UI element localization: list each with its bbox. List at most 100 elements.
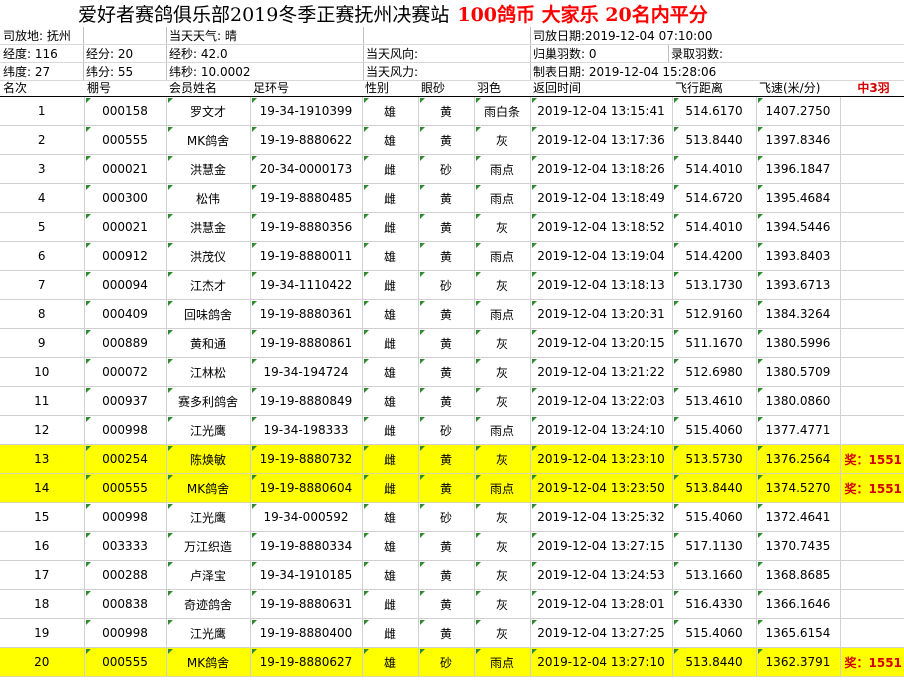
speed-cell[interactable]: 1397.8346 bbox=[755, 125, 840, 155]
prize-cell[interactable]: 奖：1551 bbox=[839, 647, 904, 677]
return-time-cell[interactable]: 2019-12-04 13:22:03 bbox=[529, 386, 672, 416]
loft-cell[interactable]: 000021 bbox=[83, 212, 166, 242]
release-place[interactable]: 司放地: 抚州 bbox=[3, 28, 83, 44]
feather-color-cell[interactable]: 雨点 bbox=[473, 299, 530, 329]
rank-cell[interactable]: 7 bbox=[0, 270, 84, 300]
distance-cell[interactable]: 514.6720 bbox=[671, 183, 756, 213]
header-return-time[interactable]: 返回时间 bbox=[530, 79, 672, 97]
eye-cell[interactable]: 黄 bbox=[417, 357, 474, 387]
feather-color-cell[interactable]: 灰 bbox=[473, 357, 530, 387]
eye-cell[interactable]: 黄 bbox=[417, 125, 474, 155]
wind-force[interactable]: 当天风力: bbox=[366, 64, 526, 80]
sex-cell[interactable]: 雌 bbox=[361, 183, 418, 213]
member-name-cell[interactable]: 陈焕敏 bbox=[165, 444, 250, 474]
loft-cell[interactable]: 000838 bbox=[83, 589, 166, 619]
rank-cell[interactable]: 15 bbox=[0, 502, 84, 532]
prize-cell[interactable] bbox=[839, 270, 904, 300]
eye-cell[interactable]: 黄 bbox=[417, 386, 474, 416]
return-time-cell[interactable]: 2019-12-04 13:28:01 bbox=[529, 589, 672, 619]
loft-cell[interactable]: 000021 bbox=[83, 154, 166, 184]
speed-cell[interactable]: 1393.8403 bbox=[755, 241, 840, 271]
latitude-minutes[interactable]: 纬分: 55 bbox=[86, 64, 164, 80]
distance-cell[interactable]: 515.4060 bbox=[671, 502, 756, 532]
feather-color-cell[interactable]: 灰 bbox=[473, 618, 530, 648]
prize-cell[interactable] bbox=[839, 502, 904, 532]
prize-cell[interactable] bbox=[839, 357, 904, 387]
rank-cell[interactable]: 8 bbox=[0, 299, 84, 329]
feather-color-cell[interactable]: 雨白条 bbox=[473, 96, 530, 126]
member-name-cell[interactable]: 卢泽宝 bbox=[165, 560, 250, 590]
prize-cell[interactable] bbox=[839, 212, 904, 242]
sex-cell[interactable]: 雌 bbox=[361, 270, 418, 300]
longitude-seconds[interactable]: 经秒: 42.0 bbox=[169, 46, 359, 62]
member-name-cell[interactable]: 奇迹鸽舍 bbox=[165, 589, 250, 619]
prize-cell[interactable] bbox=[839, 96, 904, 126]
return-time-cell[interactable]: 2019-12-04 13:27:15 bbox=[529, 531, 672, 561]
ring-number-cell[interactable]: 19-19-8880485 bbox=[249, 183, 362, 213]
eye-cell[interactable]: 黄 bbox=[417, 96, 474, 126]
sex-cell[interactable]: 雄 bbox=[361, 96, 418, 126]
member-name-cell[interactable]: MK鸽舍 bbox=[165, 647, 250, 677]
header-rank[interactable]: 名次 bbox=[0, 79, 84, 97]
return-time-cell[interactable]: 2019-12-04 13:18:26 bbox=[529, 154, 672, 184]
ring-number-cell[interactable]: 19-34-194724 bbox=[249, 357, 362, 387]
return-time-cell[interactable]: 2019-12-04 13:23:10 bbox=[529, 444, 672, 474]
accepted-count[interactable]: 录取羽数: bbox=[671, 46, 821, 62]
ring-number-cell[interactable]: 19-34-1910185 bbox=[249, 560, 362, 590]
distance-cell[interactable]: 514.4200 bbox=[671, 241, 756, 271]
member-name-cell[interactable]: 江杰才 bbox=[165, 270, 250, 300]
loft-cell[interactable]: 000998 bbox=[83, 502, 166, 532]
table-row[interactable]: 16 003333 万江织造 19-19-8880334 雄 黄 灰 2019-12-04 1… bbox=[0, 531, 904, 561]
prize-cell[interactable]: 奖：1551 bbox=[839, 444, 904, 474]
speed-cell[interactable]: 1380.5996 bbox=[755, 328, 840, 358]
rank-cell[interactable]: 20 bbox=[0, 647, 84, 677]
feather-color-cell[interactable]: 灰 bbox=[473, 212, 530, 242]
prize-cell[interactable] bbox=[839, 154, 904, 184]
eye-cell[interactable]: 黄 bbox=[417, 299, 474, 329]
eye-cell[interactable]: 黄 bbox=[417, 328, 474, 358]
distance-cell[interactable]: 515.4060 bbox=[671, 618, 756, 648]
header-speed[interactable]: 飞速(米/分) bbox=[756, 79, 840, 97]
ring-number-cell[interactable]: 19-19-8880011 bbox=[249, 241, 362, 271]
rank-cell[interactable]: 18 bbox=[0, 589, 84, 619]
rank-cell[interactable]: 12 bbox=[0, 415, 84, 445]
weather[interactable]: 当天天气: 晴 bbox=[169, 28, 359, 44]
longitude-degrees[interactable]: 经度: 116 bbox=[3, 46, 83, 62]
member-name-cell[interactable]: 江光鹰 bbox=[165, 415, 250, 445]
prize-cell[interactable]: 奖：1551 bbox=[839, 473, 904, 503]
return-time-cell[interactable]: 2019-12-04 13:17:36 bbox=[529, 125, 672, 155]
member-name-cell[interactable]: 黄和通 bbox=[165, 328, 250, 358]
return-time-cell[interactable]: 2019-12-04 13:21:22 bbox=[529, 357, 672, 387]
prize-cell[interactable] bbox=[839, 386, 904, 416]
rank-cell[interactable]: 11 bbox=[0, 386, 84, 416]
return-time-cell[interactable]: 2019-12-04 13:25:32 bbox=[529, 502, 672, 532]
eye-cell[interactable]: 砂 bbox=[417, 270, 474, 300]
feather-color-cell[interactable]: 灰 bbox=[473, 328, 530, 358]
rank-cell[interactable]: 6 bbox=[0, 241, 84, 271]
return-time-cell[interactable]: 2019-12-04 13:18:13 bbox=[529, 270, 672, 300]
ring-number-cell[interactable]: 19-19-8880622 bbox=[249, 125, 362, 155]
loft-cell[interactable]: 000409 bbox=[83, 299, 166, 329]
loft-cell[interactable]: 000072 bbox=[83, 357, 166, 387]
table-row[interactable]: 11 000937 赛多利鸽舍 19-19-8880849 雄 黄 灰 2019-12-04 … bbox=[0, 386, 904, 416]
prize-cell[interactable] bbox=[839, 125, 904, 155]
loft-cell[interactable]: 000937 bbox=[83, 386, 166, 416]
speed-cell[interactable]: 1370.7435 bbox=[755, 531, 840, 561]
speed-cell[interactable]: 1368.8685 bbox=[755, 560, 840, 590]
eye-cell[interactable]: 砂 bbox=[417, 415, 474, 445]
feather-color-cell[interactable]: 灰 bbox=[473, 125, 530, 155]
rank-cell[interactable]: 13 bbox=[0, 444, 84, 474]
table-row[interactable]: 15 000998 江光鹰 19-34-000592 雄 砂 灰 2019-12-04 13:… bbox=[0, 502, 904, 532]
header-member-name[interactable]: 会员姓名 bbox=[166, 79, 250, 97]
rank-cell[interactable]: 17 bbox=[0, 560, 84, 590]
table-row[interactable]: 9 000889 黄和通 19-19-8880861 雌 黄 灰 2019-12-04 13:… bbox=[0, 328, 904, 358]
return-time-cell[interactable]: 2019-12-04 13:20:15 bbox=[529, 328, 672, 358]
loft-cell[interactable]: 000288 bbox=[83, 560, 166, 590]
rank-cell[interactable]: 2 bbox=[0, 125, 84, 155]
return-time-cell[interactable]: 2019-12-04 13:27:25 bbox=[529, 618, 672, 648]
ring-number-cell[interactable]: 19-34-1110422 bbox=[249, 270, 362, 300]
table-row[interactable]: 8 000409 回味鸽舍 19-19-8880361 雄 黄 雨点 2019-12-04 1… bbox=[0, 299, 904, 329]
sex-cell[interactable]: 雄 bbox=[361, 560, 418, 590]
eye-cell[interactable]: 黄 bbox=[417, 531, 474, 561]
distance-cell[interactable]: 512.9160 bbox=[671, 299, 756, 329]
